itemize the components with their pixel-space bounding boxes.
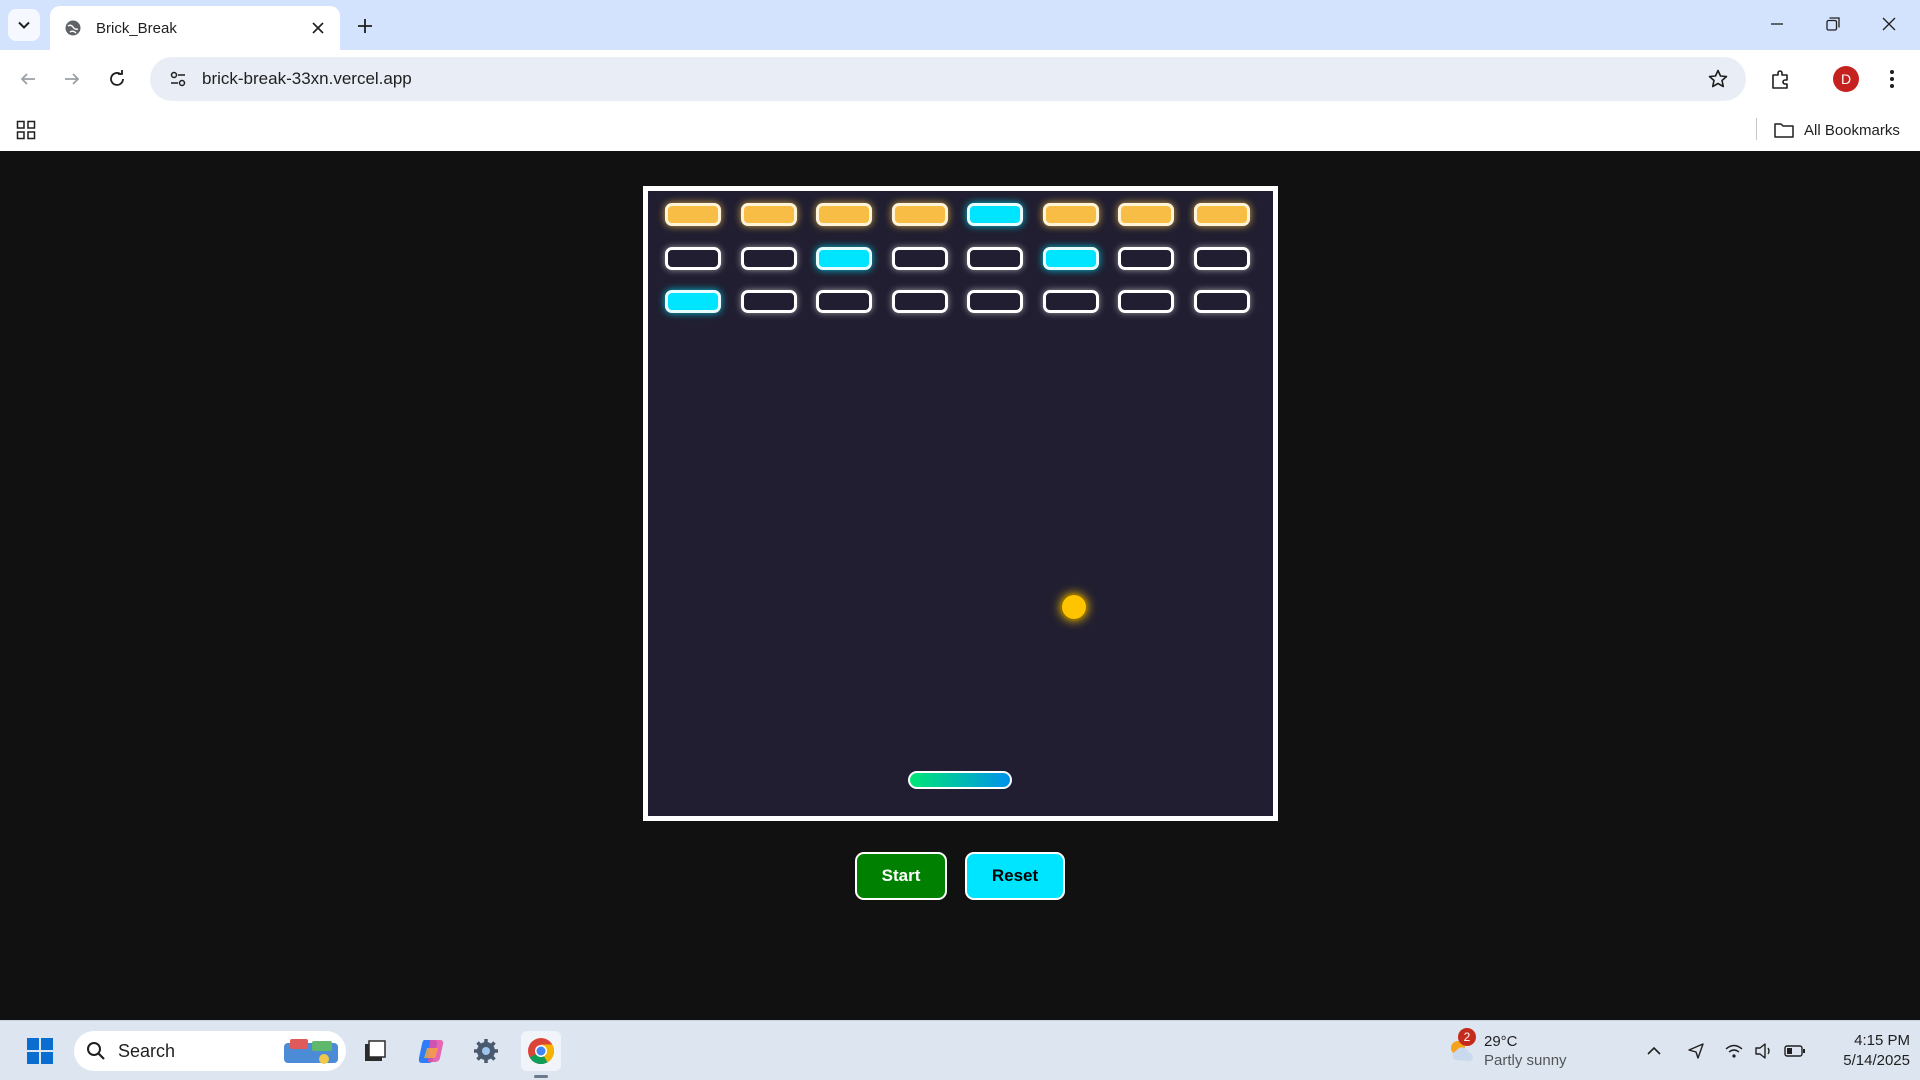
clock-date: 5/14/2025: [1843, 1052, 1910, 1069]
forward-arrow-icon[interactable]: [52, 59, 92, 99]
search-icon: [87, 1042, 105, 1060]
apps-grid-icon[interactable]: [12, 116, 40, 144]
extensions-puzzle-icon[interactable]: [1761, 59, 1801, 99]
brick-outline: [891, 290, 948, 313]
brick-cyan: [1042, 246, 1099, 270]
taskbar: Search 29°C Partly sunny 2 4:15 PM 5/14/…: [0, 1020, 1920, 1080]
close-window-icon[interactable]: [1862, 4, 1916, 44]
globe-icon: [64, 19, 82, 37]
brick-orange: [1118, 203, 1174, 226]
tab-title: Brick_Break: [96, 19, 177, 37]
close-tab-icon[interactable]: [304, 14, 332, 42]
brick-outline: [1193, 290, 1250, 313]
tab-strip: Brick_Break: [0, 0, 1920, 50]
search-label: Search: [118, 1040, 176, 1061]
weather-temperature: 29°C: [1484, 1033, 1518, 1050]
brick-outline: [891, 246, 948, 270]
taskbar-search[interactable]: Search: [74, 1031, 346, 1071]
volume-icon[interactable]: [1750, 1037, 1778, 1065]
windows-start-icon[interactable]: [20, 1031, 60, 1071]
brick-outline: [967, 246, 1023, 270]
brick-orange: [891, 203, 948, 226]
active-tab[interactable]: Brick_Break: [50, 6, 340, 50]
brick-outline: [1042, 290, 1099, 313]
bookmark-star-icon[interactable]: [1700, 61, 1736, 97]
chevron-up-icon[interactable]: [1640, 1037, 1668, 1065]
system-clock[interactable]: 4:15 PM 5/14/2025: [1810, 1031, 1910, 1071]
brick-orange: [1042, 203, 1099, 226]
wifi-icon[interactable]: [1720, 1037, 1748, 1065]
brick-outline: [665, 246, 721, 270]
battery-icon[interactable]: [1781, 1037, 1809, 1065]
all-bookmarks-button[interactable]: All Bookmarks: [1774, 116, 1900, 144]
weather-description: Partly sunny: [1484, 1052, 1567, 1069]
paddle[interactable]: [908, 771, 1012, 789]
brick-outline: [816, 290, 872, 313]
minimize-icon[interactable]: [1750, 4, 1804, 44]
brick-outline: [1118, 290, 1174, 313]
brick-cyan: [967, 203, 1023, 226]
profile-initial: D: [1833, 66, 1859, 92]
more-menu-icon[interactable]: [1872, 59, 1912, 99]
brick-cyan: [816, 246, 872, 270]
reload-icon[interactable]: [97, 59, 137, 99]
chrome-taskbar-icon[interactable]: [521, 1031, 561, 1071]
brick-outline: [967, 290, 1023, 313]
url-text[interactable]: brick-break-33xn.vercel.app: [202, 69, 1700, 89]
chevron-down-icon: [18, 21, 30, 29]
clock-time: 4:15 PM: [1854, 1032, 1910, 1049]
copilot-icon[interactable]: [411, 1031, 451, 1071]
profile-avatar[interactable]: D: [1826, 59, 1866, 99]
search-highlight-icon: [284, 1039, 338, 1064]
ball: [1060, 593, 1088, 621]
active-app-indicator: [534, 1075, 548, 1078]
game-page: Start Reset: [0, 151, 1920, 1020]
brick-outline: [740, 290, 797, 313]
brick-outline: [1118, 246, 1174, 270]
brick-orange: [665, 203, 721, 226]
brick-cyan: [665, 290, 721, 313]
bookmarks-divider: [1756, 118, 1757, 140]
brick-orange: [1193, 203, 1250, 226]
game-board[interactable]: [643, 186, 1278, 821]
new-tab-plus-icon[interactable]: [350, 11, 380, 41]
folder-icon: [1774, 123, 1794, 138]
bookmarks-bar: All Bookmarks: [0, 108, 1920, 151]
weather-badge: 2: [1458, 1028, 1476, 1046]
task-view-icon[interactable]: [355, 1031, 395, 1071]
settings-gear-icon[interactable]: [466, 1031, 506, 1071]
back-arrow-icon[interactable]: [8, 59, 48, 99]
start-button[interactable]: Start: [855, 852, 947, 900]
reset-button[interactable]: Reset: [965, 852, 1065, 900]
brick-outline: [740, 246, 797, 270]
address-bar[interactable]: brick-break-33xn.vercel.app: [150, 57, 1746, 101]
location-arrow-icon[interactable]: [1682, 1037, 1710, 1065]
brick-outline: [1193, 246, 1250, 270]
restore-icon[interactable]: [1806, 4, 1860, 44]
browser-toolbar: brick-break-33xn.vercel.app D: [0, 50, 1920, 108]
brick-orange: [816, 203, 872, 226]
all-bookmarks-label: All Bookmarks: [1804, 121, 1900, 139]
site-info-icon[interactable]: [162, 63, 194, 95]
tab-search-button[interactable]: [8, 9, 40, 41]
brick-orange: [740, 203, 797, 226]
